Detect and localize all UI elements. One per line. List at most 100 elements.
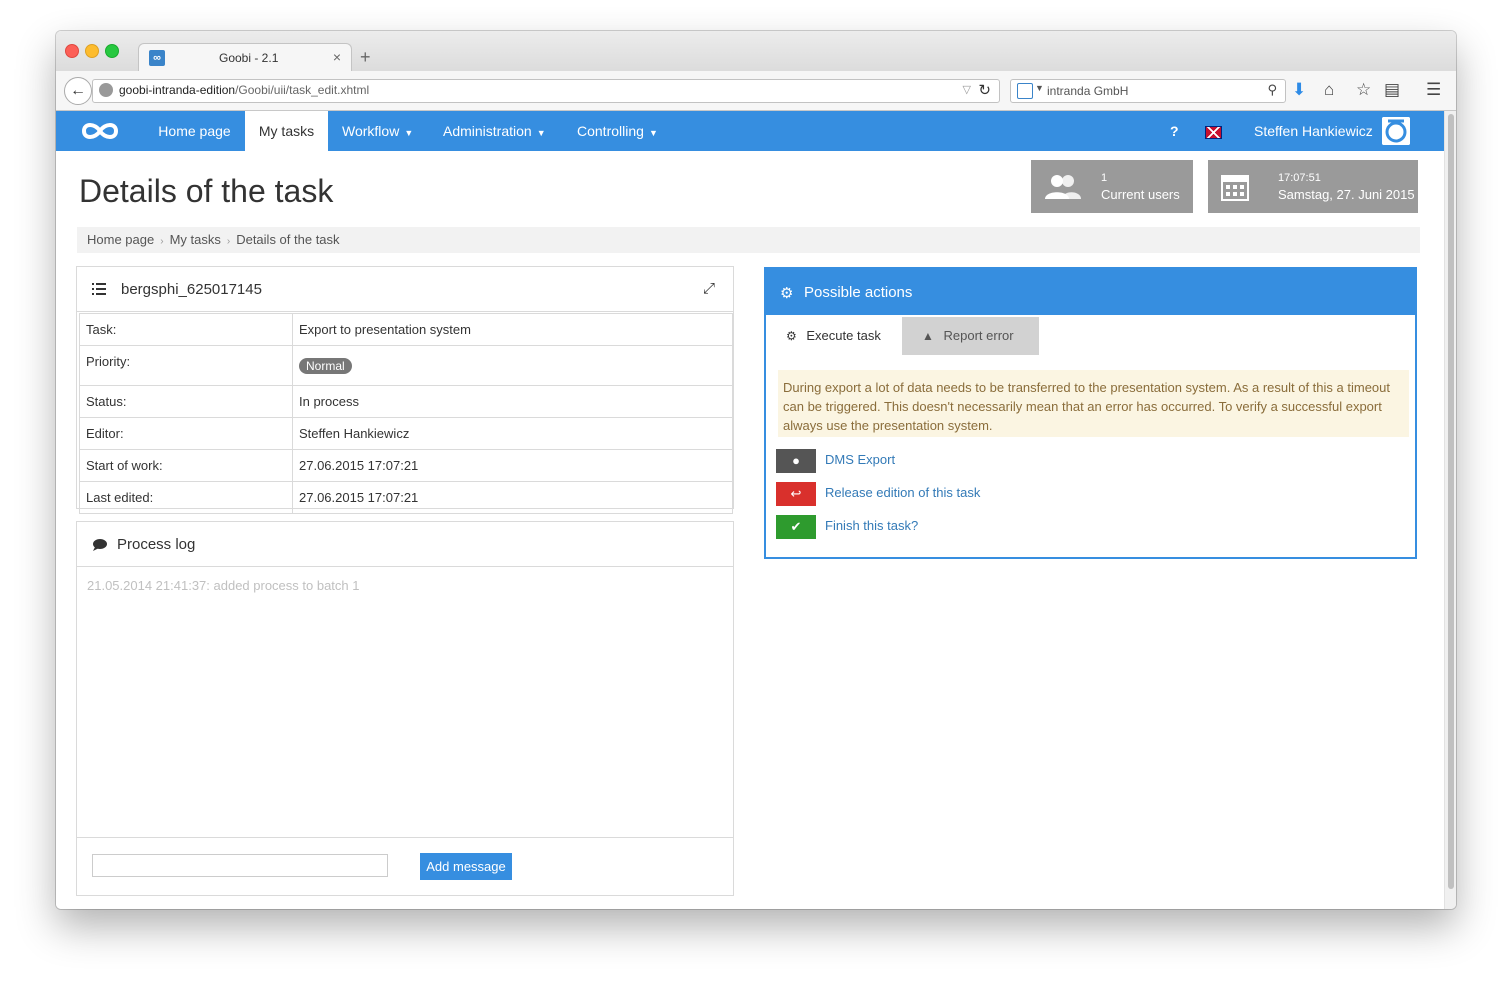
process-title: bergsphi_625017145 (121, 281, 262, 298)
nav-my-tasks[interactable]: My tasks (245, 111, 328, 151)
search-engine-icon[interactable] (1017, 83, 1033, 99)
page-title: Details of the task (79, 173, 334, 209)
url-text: goobi-intranda-edition/Goobi/uii/task_ed… (119, 83, 370, 97)
breadcrumb-my-tasks[interactable]: My tasks (170, 227, 221, 253)
reload-icon[interactable]: ↻ (978, 81, 991, 99)
bookmark-star-icon[interactable]: ☆ (1356, 80, 1371, 100)
log-entry: 21.05.2014 21:41:37: added process to ba… (87, 578, 360, 593)
current-users-label: Current users (1101, 187, 1180, 202)
chevron-down-icon: ▼ (536, 128, 546, 138)
back-arrow-icon[interactable]: ← (64, 77, 92, 105)
users-icon (1045, 175, 1081, 199)
row-label: Task: (79, 313, 293, 346)
globe-icon[interactable]: ● (776, 449, 816, 473)
row-label: Editor: (79, 417, 293, 450)
row-value: Normal (292, 345, 733, 386)
expand-icon[interactable]: ⤢ (703, 280, 715, 297)
scrollbar-thumb[interactable] (1448, 114, 1454, 889)
chevron-down-icon: ▼ (404, 128, 414, 138)
tab-close-icon[interactable]: × (333, 49, 341, 65)
uk-flag-icon[interactable] (1205, 126, 1222, 139)
row-label: Priority: (79, 345, 293, 386)
process-log-panel: Process log 21.05.2014 21:41:37: added p… (76, 521, 734, 896)
breadcrumb-home[interactable]: Home page (87, 227, 154, 253)
search-bar[interactable]: ▼ intranda GmbH ⚲ (1010, 79, 1286, 103)
task-details-header: bergsphi_625017145 ⤢ (77, 267, 733, 312)
nav-controlling[interactable]: Controlling ▼ (577, 111, 658, 151)
main-navbar: Home page My tasks Workflow ▼ Administrat… (56, 111, 1444, 151)
row-label: Last edited: (79, 481, 293, 514)
tab-execute-task[interactable]: ⚙ Execute task (774, 317, 902, 355)
row-value: 27.06.2015 17:07:21 (292, 481, 733, 514)
table-row: Last edited: 27.06.2015 17:07:21 (79, 481, 733, 514)
tab-title: Goobi - 2.1 (219, 51, 279, 65)
clock-widget: 17:07:51 Samstag, 27. Juni 2015 (1208, 160, 1418, 213)
row-label: Start of work: (79, 449, 293, 482)
possible-actions-title: Possible actions (804, 284, 913, 301)
home-icon[interactable]: ⌂ (1324, 80, 1334, 100)
warning-icon: ▲ (922, 329, 934, 343)
url-dropdown-icon[interactable]: ▽ (963, 83, 971, 96)
search-engine-dropdown-icon[interactable]: ▼ (1035, 83, 1044, 93)
current-users-count: 1 (1101, 172, 1108, 184)
row-value: Steffen Hankiewicz (292, 417, 733, 450)
calendar-icon (1221, 175, 1249, 201)
user-menu[interactable]: Steffen Hankiewicz (1254, 111, 1373, 151)
table-row: Editor: Steffen Hankiewicz (79, 417, 733, 450)
goobi-logo-icon[interactable] (78, 117, 122, 145)
list-icon (92, 283, 106, 295)
intranda-logo-icon[interactable] (1382, 117, 1410, 145)
browser-toolbar: ← goobi-intranda-edition/Goobi/uii/task_… (56, 71, 1456, 111)
reading-list-icon[interactable]: ▤ (1384, 80, 1400, 100)
row-value: 27.06.2015 17:07:21 (292, 449, 733, 482)
priority-badge: Normal (299, 357, 352, 374)
tab-label: Report error (943, 328, 1014, 343)
dms-export-link[interactable]: DMS Export (825, 452, 895, 467)
goobi-favicon-icon: ∞ (149, 50, 165, 66)
task-details-table: Task: Export to presentation system Prio… (79, 313, 733, 514)
row-value: In process (292, 385, 733, 418)
zoom-window-button[interactable] (105, 44, 119, 58)
new-tab-button[interactable]: + (360, 47, 371, 68)
check-icon[interactable]: ✔ (776, 515, 816, 539)
breadcrumb-separator-icon: › (226, 236, 231, 247)
nav-home-page[interactable]: Home page (146, 111, 243, 151)
browser-tab[interactable]: ∞ Goobi - 2.1 × (138, 43, 352, 72)
close-window-button[interactable] (65, 44, 79, 58)
url-bar[interactable]: goobi-intranda-edition/Goobi/uii/task_ed… (92, 79, 1000, 103)
globe-icon (99, 83, 113, 97)
possible-actions-panel: ⚙ Possible actions ⚙ Execute task ▲ Repo… (764, 267, 1417, 559)
release-edition-link[interactable]: Release edition of this task (825, 485, 980, 500)
help-button[interactable]: ? (1170, 111, 1179, 151)
breadcrumb-separator-icon: › (160, 236, 164, 247)
message-input[interactable] (92, 854, 388, 877)
tab-report-error[interactable]: ▲ Report error (902, 317, 1039, 355)
log-input-area: Add message (77, 837, 733, 895)
search-engine-label: intranda GmbH (1047, 84, 1129, 98)
hamburger-menu-icon[interactable]: ☰ (1426, 80, 1441, 100)
task-details-panel: bergsphi_625017145 ⤢ Task: Export to pre… (76, 266, 734, 514)
add-message-button[interactable]: Add message (420, 853, 512, 880)
table-row: Task: Export to presentation system (79, 313, 733, 346)
finish-task-link[interactable]: Finish this task? (825, 518, 918, 533)
title-bar: ∞ Goobi - 2.1 × + (56, 31, 1456, 72)
page-scrollbar[interactable] (1444, 111, 1456, 909)
table-row: Status: In process (79, 385, 733, 418)
reply-icon[interactable]: ↩ (776, 482, 816, 506)
row-label: Status: (79, 385, 293, 418)
table-row: Priority: Normal (79, 345, 733, 386)
export-warning: During export a lot of data needs to be … (778, 370, 1409, 437)
row-value: Export to presentation system (292, 313, 733, 346)
nav-administration[interactable]: Administration ▼ (443, 111, 546, 151)
process-log-title: Process log (117, 536, 196, 553)
search-icon[interactable]: ⚲ (1267, 82, 1277, 98)
download-icon[interactable]: ⬇ (1292, 80, 1306, 100)
possible-actions-header: ⚙ Possible actions (766, 269, 1415, 315)
current-users-widget: 1 Current users (1031, 160, 1193, 213)
clock-time: 17:07:51 (1278, 172, 1321, 184)
table-row: Start of work: 27.06.2015 17:07:21 (79, 449, 733, 482)
gear-icon: ⚙ (786, 329, 797, 343)
gear-icon: ⚙ (780, 285, 794, 302)
nav-workflow[interactable]: Workflow ▼ (342, 111, 413, 151)
minimize-window-button[interactable] (85, 44, 99, 58)
